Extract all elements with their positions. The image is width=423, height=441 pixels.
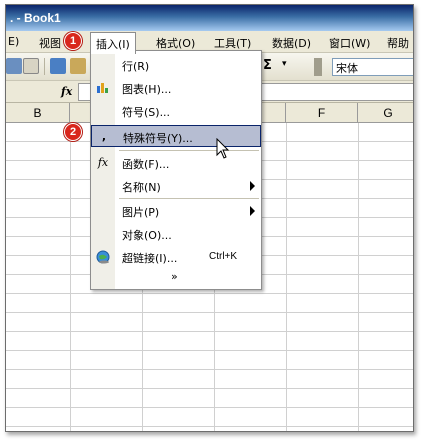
research-icon[interactable] <box>70 58 86 74</box>
excel-window: . - Book1 E) 视图 插入(I) 格式(O) 工具(T) 数据(D) … <box>5 4 414 432</box>
menu-item-shortcut: Ctrl+K <box>209 251 238 262</box>
function-icon: fx <box>97 156 109 169</box>
menu-item-object[interactable]: 对象(O)... <box>91 223 261 245</box>
font-name-select[interactable]: 宋体 <box>332 58 413 76</box>
column-header-b[interactable]: B <box>6 103 70 123</box>
expand-menu-icon[interactable]: » <box>171 270 178 283</box>
menu-item-symbol[interactable]: 符号(S)... <box>91 100 261 122</box>
submenu-arrow-icon <box>250 181 255 191</box>
menu-item-hyperlink[interactable]: 超链接(I)... Ctrl+K <box>91 246 261 268</box>
menu-separator <box>119 150 259 151</box>
menu-separator <box>119 198 259 199</box>
menu-item-chart[interactable]: 图表(H)... <box>91 77 261 99</box>
insert-function-icon[interactable]: fx <box>61 85 72 98</box>
print-preview-icon[interactable] <box>23 58 39 74</box>
submenu-arrow-icon <box>250 206 255 216</box>
menu-item-label: 行(R) <box>122 60 150 73</box>
title-bar: . - Book1 <box>6 5 413 31</box>
menu-tools[interactable]: 工具(T) <box>214 35 251 51</box>
menu-item-rows[interactable]: 行(R) <box>91 54 261 76</box>
window-title: . - Book1 <box>10 11 61 25</box>
menu-item-label: 超链接(I)... <box>122 252 178 265</box>
toolbar-grip[interactable] <box>314 58 322 76</box>
menu-help[interactable]: 帮助 <box>387 35 409 51</box>
menu-item-label: 对象(O)... <box>122 229 172 242</box>
mouse-cursor-icon <box>216 137 230 163</box>
autosum-dropdown-icon[interactable]: ▾ <box>282 59 287 69</box>
menu-data[interactable]: 数据(D) <box>272 35 311 51</box>
menu-item-label: 特殊符号(Y)... <box>123 132 193 145</box>
chart-icon <box>95 80 111 96</box>
insert-menu-dropdown: 行(R) 图表(H)... 符号(S)... , 特殊符号(Y)... fx 函… <box>90 50 262 290</box>
menu-view[interactable]: 视图 <box>39 35 61 51</box>
menu-edit[interactable]: E) <box>8 35 19 48</box>
step-badge-2: 2 <box>64 123 82 141</box>
menu-item-function[interactable]: fx 函数(F)... <box>91 152 261 174</box>
menu-item-label: 函数(F)... <box>122 158 170 171</box>
menu-item-label: 图表(H)... <box>122 83 172 96</box>
menu-item-name[interactable]: 名称(N) <box>91 175 261 197</box>
column-header-f[interactable]: F <box>286 103 358 123</box>
menu-item-picture[interactable]: 图片(P) <box>91 200 261 222</box>
menu-window[interactable]: 窗口(W) <box>329 35 370 51</box>
column-header-g[interactable]: G <box>358 103 413 123</box>
globe-icon <box>95 249 111 265</box>
menu-item-label: 名称(N) <box>122 181 161 194</box>
save-icon[interactable] <box>6 58 22 74</box>
step-badge-1: 1 <box>64 32 82 50</box>
menu-item-special-symbol[interactable]: , 特殊符号(Y)... <box>91 125 261 147</box>
menu-format[interactable]: 格式(O) <box>156 35 195 51</box>
menu-item-label: 图片(P) <box>122 206 160 219</box>
spelling-icon[interactable] <box>50 58 66 74</box>
comma-icon: , <box>101 130 107 143</box>
menu-item-label: 符号(S)... <box>122 106 171 119</box>
autosum-icon[interactable]: Σ <box>263 58 272 73</box>
toolbar-separator <box>44 58 45 75</box>
menu-insert[interactable]: 插入(I) <box>90 32 136 54</box>
